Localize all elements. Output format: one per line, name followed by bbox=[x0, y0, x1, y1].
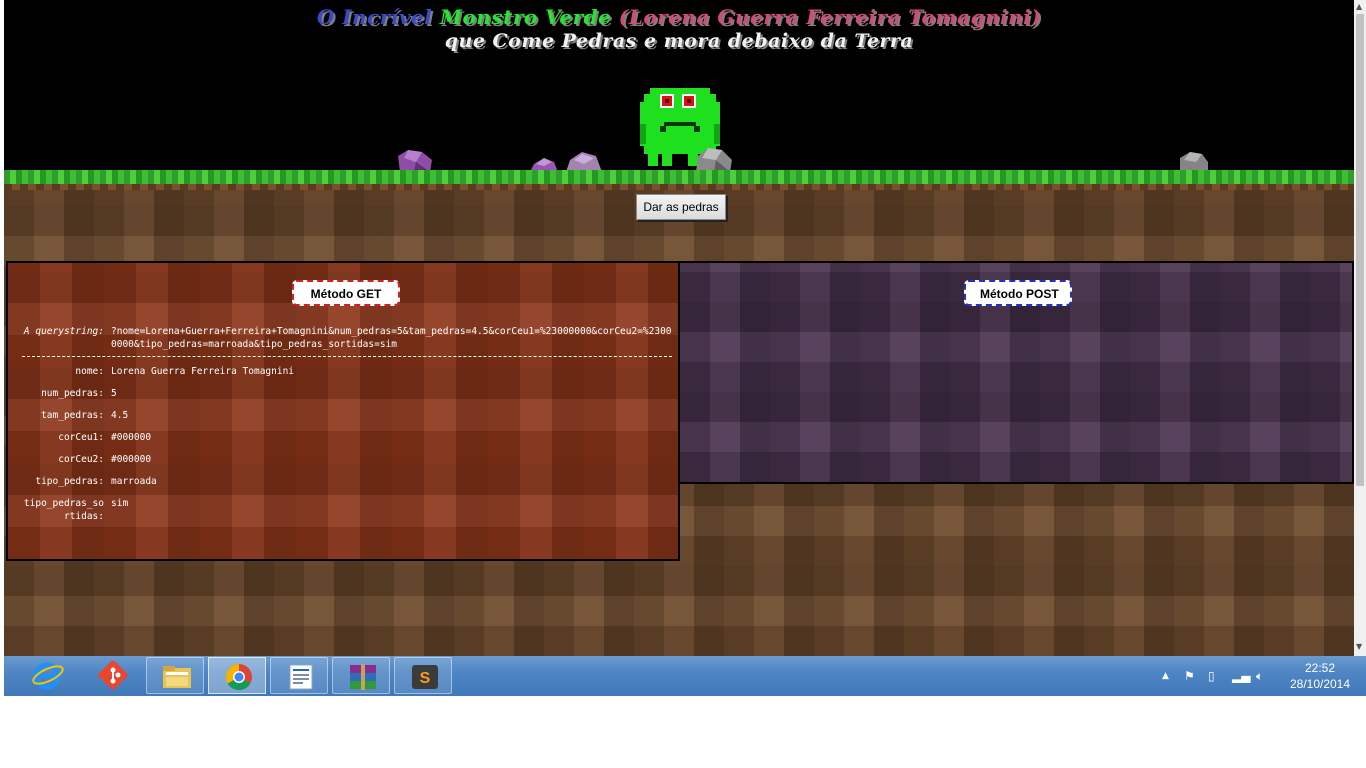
get-method-label: Método GET bbox=[292, 280, 400, 306]
system-tray: ▲ ⚑ ▯ ▂▄ 🔈︎ 22:52 28/10/2014 bbox=[1158, 656, 1366, 696]
title-monster: Monstro Verde bbox=[439, 5, 612, 29]
page-subtitle: que Come Pedras e mora debaixo da Terra bbox=[444, 30, 914, 52]
lilac-rock-image bbox=[566, 152, 602, 172]
post-method-panel: Método POST bbox=[678, 261, 1354, 484]
vertical-scrollbar[interactable]: ▲ ▼ bbox=[1354, 0, 1366, 656]
clock-date[interactable]: 28/10/2014 bbox=[1285, 677, 1355, 691]
param-key: num_pedras: bbox=[41, 388, 104, 399]
scroll-down-arrow-icon[interactable]: ▼ bbox=[1356, 642, 1362, 651]
chrome-taskbar-button[interactable] bbox=[208, 657, 266, 694]
param-row-nome: nome: Lorena Guerra Ferreira Tomagnini bbox=[22, 365, 672, 378]
param-key: tipo_pedras: bbox=[35, 476, 104, 487]
action-center-flag-icon[interactable]: ⚑ bbox=[1184, 669, 1195, 683]
param-key: tam_pedras: bbox=[41, 410, 104, 421]
querystring-key: A querystring: bbox=[23, 326, 104, 337]
param-row-num-pedras: num_pedras: 5 bbox=[22, 387, 672, 400]
param-key: tipo_pedras_sortidas: bbox=[23, 498, 104, 522]
querystring-divider bbox=[22, 356, 672, 357]
sublime-text-taskbar-button[interactable]: S bbox=[394, 657, 452, 694]
param-row-corceu2: corCeu2: #000000 bbox=[22, 453, 672, 466]
internet-explorer-icon bbox=[32, 662, 64, 690]
show-hidden-icons-arrow-icon[interactable]: ▲ bbox=[1162, 671, 1169, 681]
param-value: #000000 bbox=[111, 454, 152, 465]
sublime-text-icon: S bbox=[412, 665, 438, 689]
internet-explorer-taskbar-button[interactable] bbox=[18, 657, 76, 694]
browser-page: O Incrível Monstro Verde (Lorena Guerra … bbox=[4, 0, 1354, 656]
windows-taskbar: S ▲ ⚑ ▯ ▂▄ 🔈︎ 22:52 28/10/2014 bbox=[4, 656, 1366, 696]
grass-strip bbox=[4, 170, 1354, 190]
clock-time[interactable]: 22:52 bbox=[1285, 661, 1355, 675]
title-author-name: (Lorena Guerra Ferreira Tomagnini) bbox=[611, 5, 1042, 29]
param-value: sim bbox=[111, 498, 129, 509]
param-key: corCeu1: bbox=[58, 432, 104, 443]
scroll-up-arrow-icon[interactable]: ▲ bbox=[1356, 2, 1362, 11]
param-value: #000000 bbox=[111, 432, 152, 443]
wordpad-taskbar-button[interactable] bbox=[270, 657, 328, 694]
querystring-value: ?nome=Lorena+Guerra+Ferreira+Tomagnini&n… bbox=[111, 326, 672, 350]
file-explorer-taskbar-button[interactable] bbox=[146, 657, 204, 694]
page-title: O Incrível Monstro Verde (Lorena Guerra … bbox=[4, 5, 1354, 29]
querystring-row: A querystring: ?nome=Lorena+Guerra+Ferre… bbox=[22, 325, 672, 351]
chrome-icon bbox=[225, 663, 252, 691]
param-value: Lorena Guerra Ferreira Tomagnini bbox=[111, 366, 295, 377]
param-value: marroada bbox=[111, 476, 157, 487]
get-method-panel: Método GET A querystring: ?nome=Lorena+G… bbox=[6, 261, 680, 561]
param-row-tam-pedras: tam_pedras: 4.5 bbox=[22, 409, 672, 422]
purple-rock-image bbox=[398, 150, 432, 172]
param-row-tipo-pedras: tipo_pedras: marroada bbox=[22, 475, 672, 488]
wordpad-icon bbox=[289, 664, 313, 690]
param-value: 4.5 bbox=[111, 410, 129, 421]
file-explorer-icon bbox=[163, 666, 191, 688]
give-stones-button[interactable]: Dar as pedras bbox=[636, 194, 726, 220]
power-icon[interactable]: ▯ bbox=[1208, 669, 1215, 683]
get-parameters-list: A querystring: ?nome=Lorena+Guerra+Ferre… bbox=[22, 325, 672, 532]
scroll-thumb[interactable] bbox=[1356, 14, 1364, 486]
network-signal-icon[interactable]: ▂▄ bbox=[1232, 669, 1250, 683]
winrar-taskbar-button[interactable] bbox=[332, 657, 390, 694]
svg-text:S: S bbox=[420, 670, 431, 687]
title-prefix: O Incrível bbox=[316, 5, 440, 29]
gray-rock-image bbox=[696, 148, 732, 172]
param-key: nome: bbox=[75, 366, 104, 377]
param-row-tipo-pedras-sortidas: tipo_pedras_sortidas: sim bbox=[22, 497, 672, 523]
winrar-icon bbox=[350, 664, 376, 690]
param-key: corCeu2: bbox=[58, 454, 104, 465]
gray-rock-image bbox=[1180, 152, 1208, 172]
param-row-corceu1: corCeu1: #000000 bbox=[22, 431, 672, 444]
post-method-label: Método POST bbox=[964, 280, 1072, 306]
param-value: 5 bbox=[111, 388, 117, 399]
git-icon bbox=[97, 661, 129, 691]
git-taskbar-button[interactable] bbox=[82, 657, 140, 694]
volume-speaker-icon[interactable]: 🔈︎ bbox=[1256, 669, 1263, 684]
